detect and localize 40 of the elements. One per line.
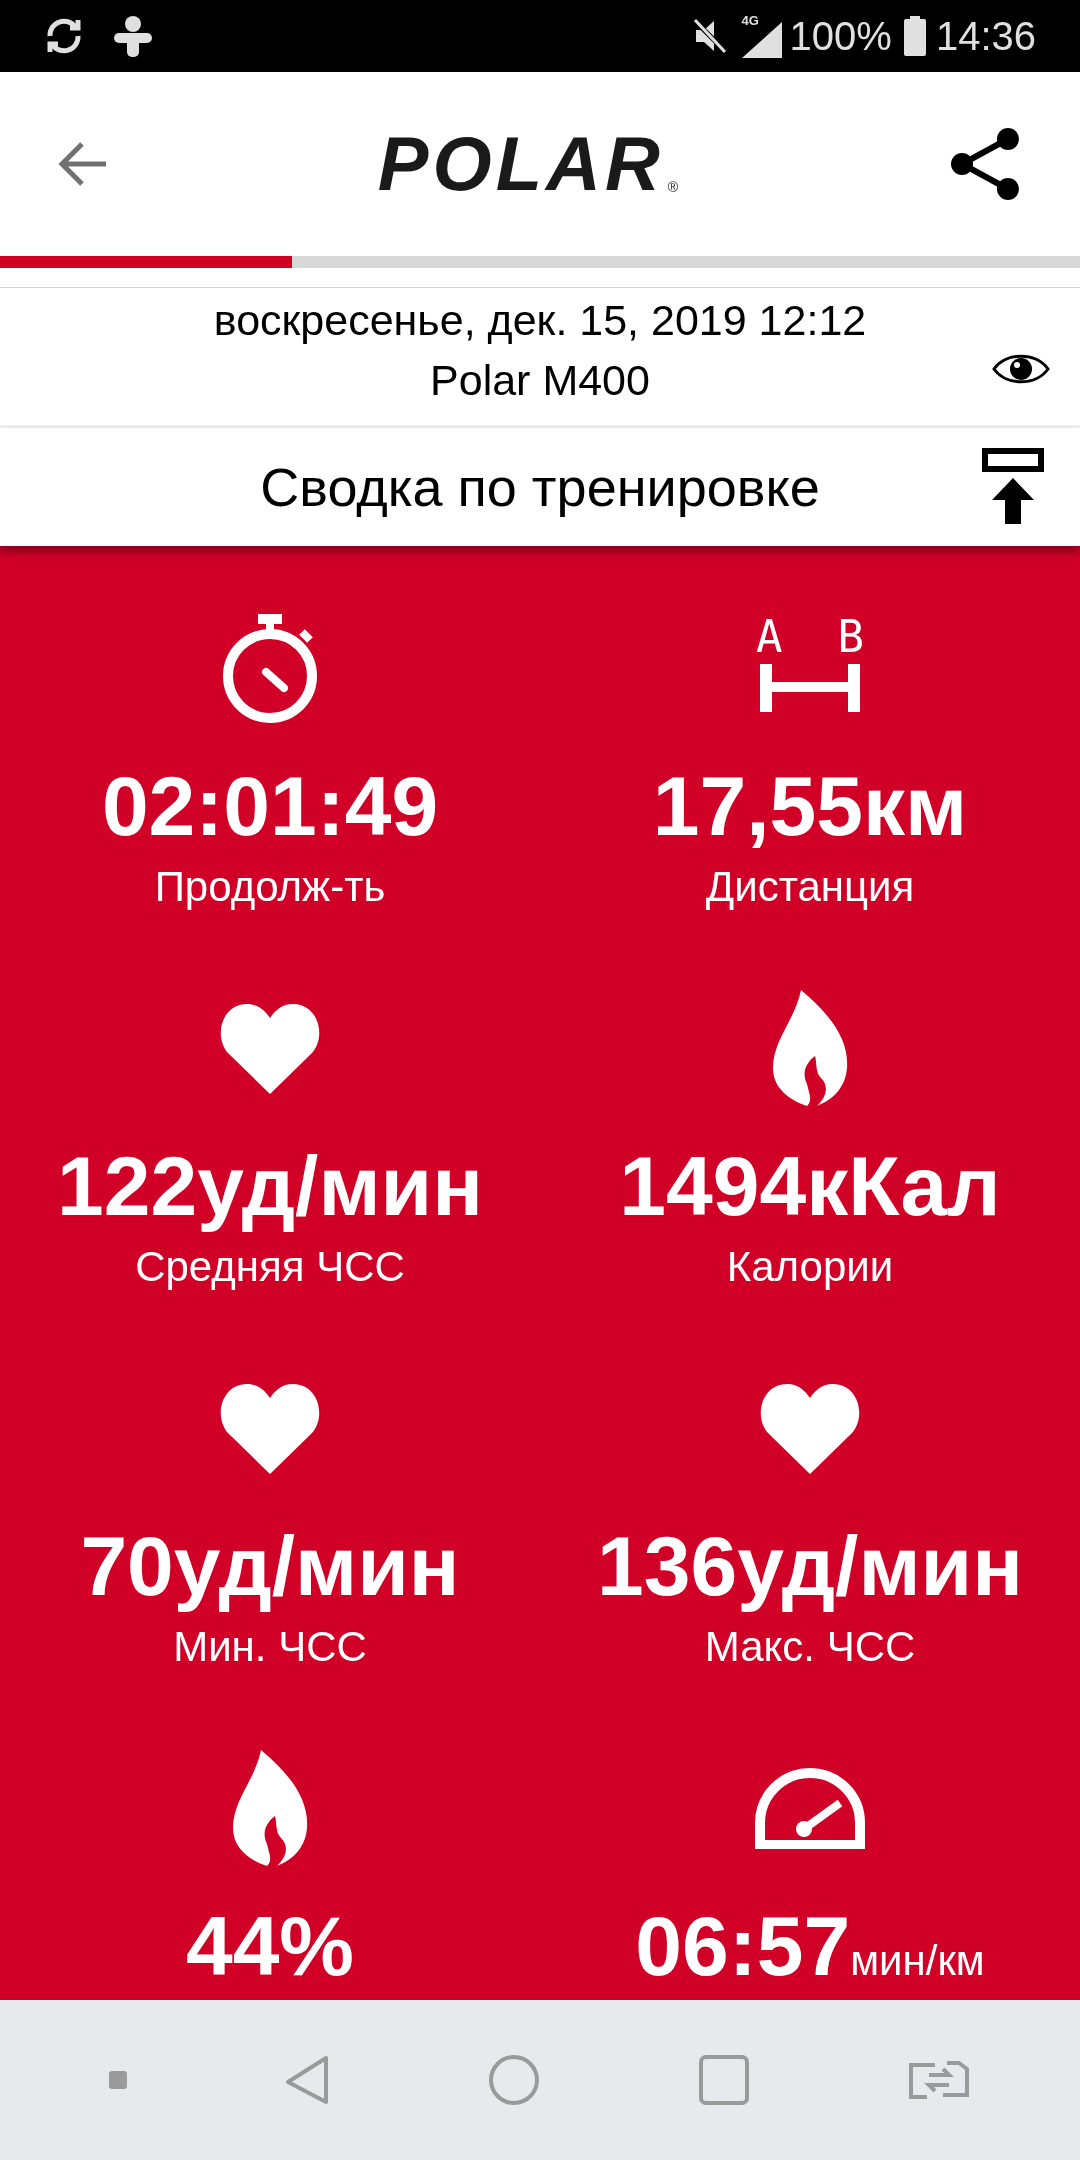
figure-icon (112, 15, 154, 57)
clock: 14:36 (935, 13, 1036, 60)
stat-value: 02:01:49 (101, 760, 439, 852)
back-arrow-icon[interactable] (58, 141, 108, 187)
section-title: Сводка по тренировке (260, 455, 820, 519)
swap-icon[interactable] (907, 2059, 972, 2101)
recents-icon[interactable] (697, 2054, 750, 2106)
stat-label: Макс. ЧСС (704, 1622, 916, 1672)
battery-icon (903, 16, 926, 56)
stat-label: Средняя ЧСС (135, 1242, 405, 1292)
battery-percent: 100% (789, 13, 892, 60)
device-name: Polar M400 (430, 355, 650, 406)
home-icon[interactable] (488, 2054, 540, 2106)
network-type: 4G (741, 14, 759, 27)
stat-value: 136уд/мин (597, 1520, 1023, 1612)
heart-icon (219, 1382, 321, 1474)
heart-icon (219, 1002, 321, 1094)
back-icon[interactable] (284, 2054, 331, 2106)
stat-label: Дистанция (705, 862, 915, 912)
heart-icon (759, 1382, 861, 1474)
flame-icon (771, 990, 849, 1106)
stat-value: 44% (185, 1900, 355, 1992)
logo: POLAR (377, 126, 664, 202)
stat-label: Мин. ЧСС (173, 1622, 367, 1672)
stat-value: 70уд/мин (80, 1520, 460, 1612)
speedometer-icon (754, 1767, 866, 1849)
flame-icon (231, 1750, 309, 1866)
registered-mark: ® (667, 178, 679, 197)
share-icon[interactable] (948, 127, 1022, 201)
upload-icon[interactable] (982, 448, 1044, 524)
stat-value: 1494кКал (619, 1140, 1001, 1232)
sync-icon (44, 16, 84, 56)
mute-icon (691, 18, 728, 54)
stat-label: Продолж-ть (154, 862, 386, 912)
stat-value: 17,55км (652, 760, 968, 852)
stat-unit: мин/км (850, 1936, 985, 1986)
stat-value: 06:57 (635, 1900, 851, 1992)
stat-value: 122уд/мин (57, 1140, 483, 1232)
stat-label: Калории (726, 1242, 894, 1292)
session-date: воскресенье, дек. 15, 2019 12:12 (213, 295, 867, 346)
